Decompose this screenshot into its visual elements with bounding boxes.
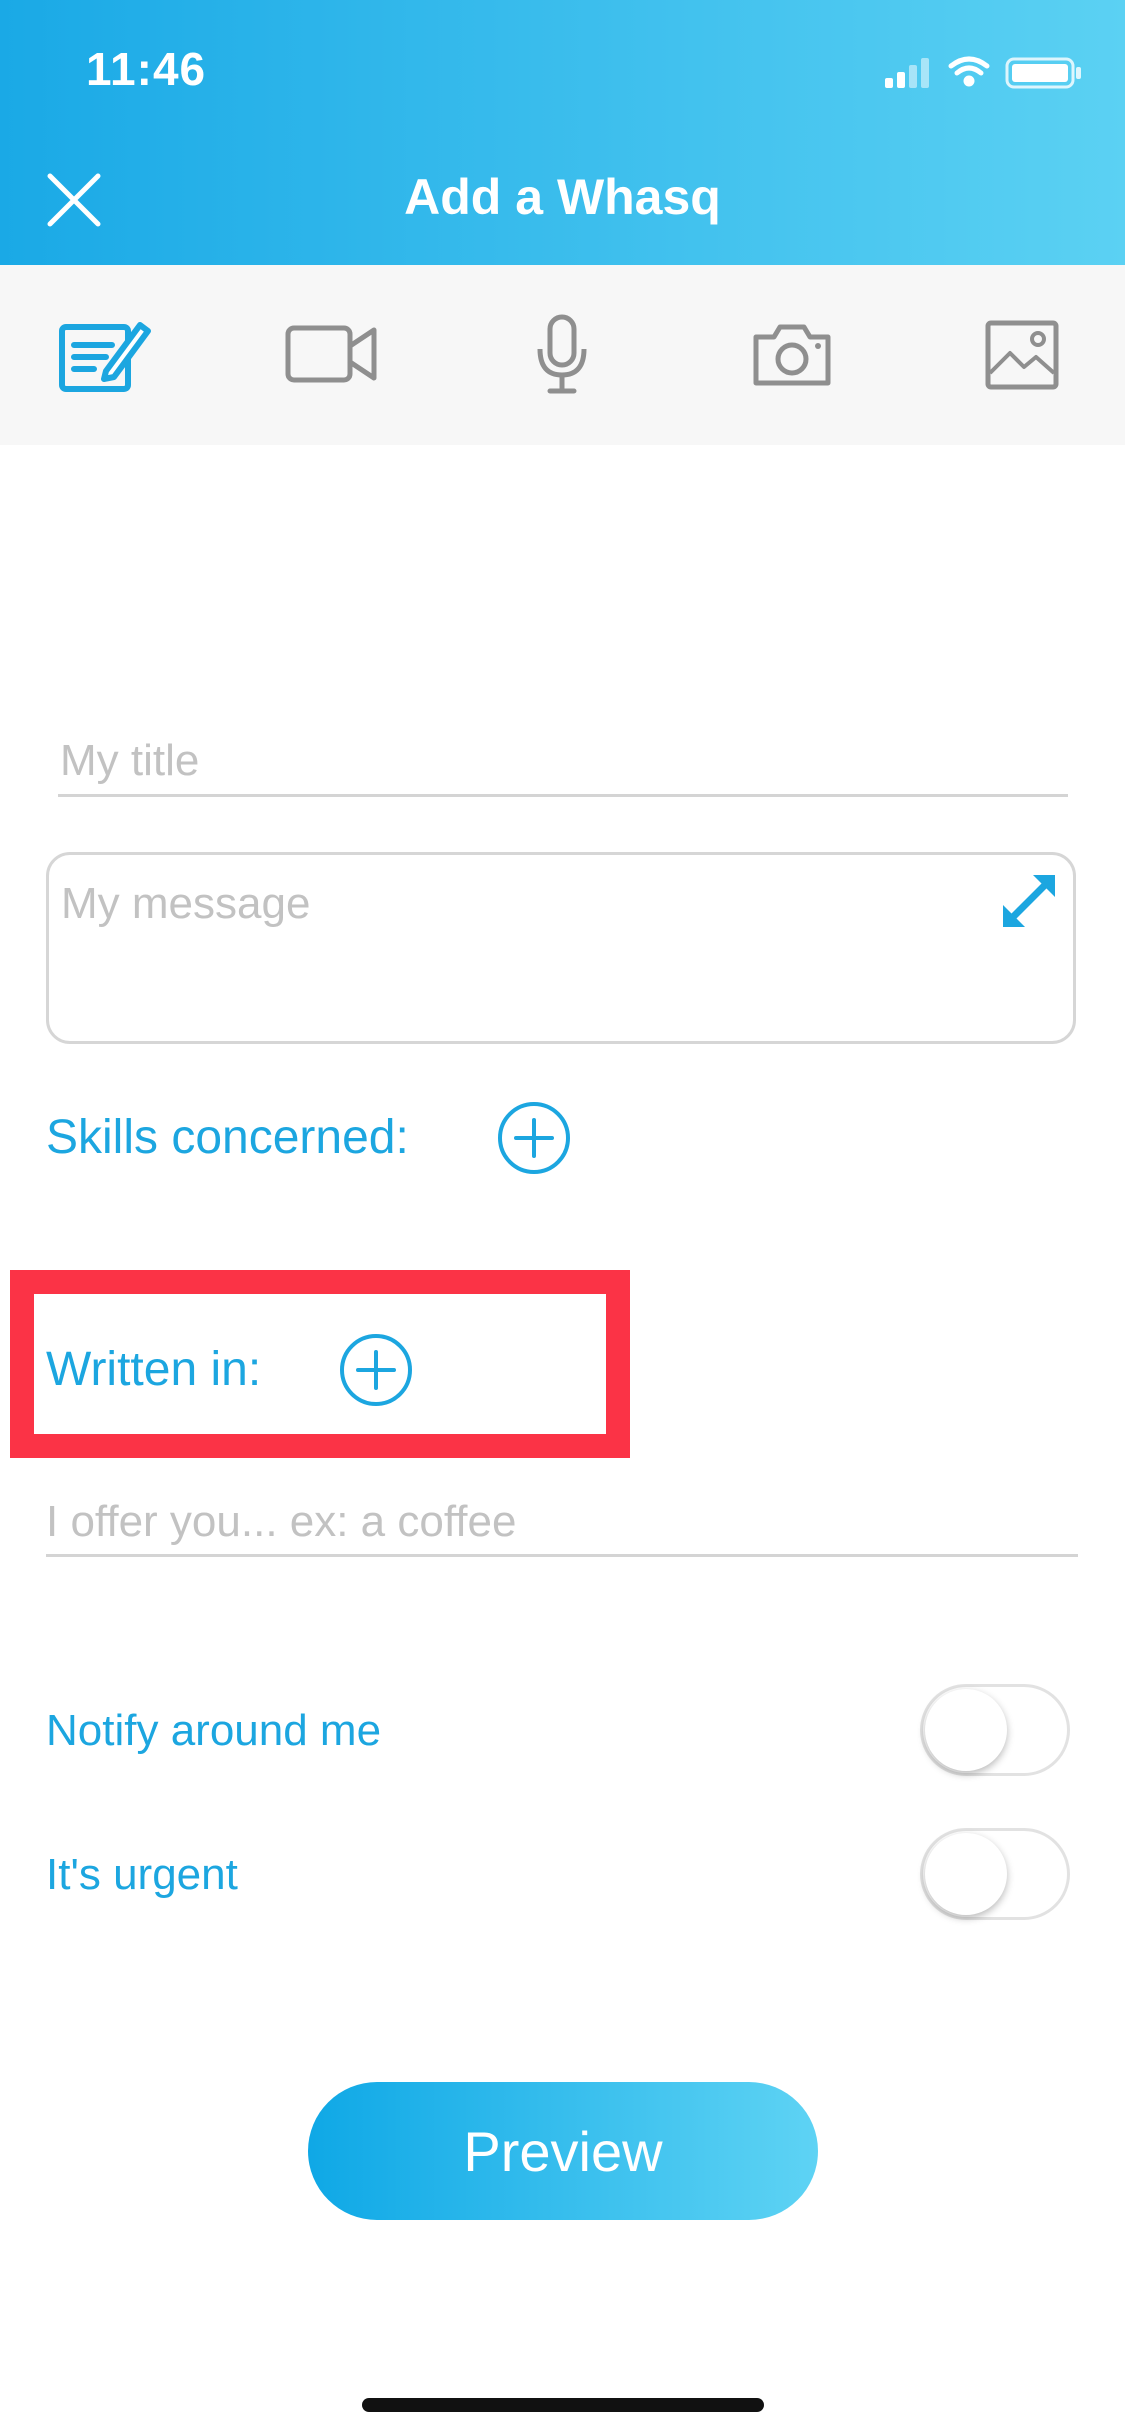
urgent-toggle[interactable] [920, 1828, 1070, 1920]
tab-audio[interactable] [514, 310, 610, 400]
plus-circle-icon [340, 1334, 412, 1406]
status-time: 11:46 [86, 43, 207, 95]
reward-input[interactable] [46, 1490, 1078, 1557]
expand-icon [1003, 875, 1055, 927]
microphone-icon [537, 314, 587, 394]
add-skill-button[interactable] [496, 1100, 572, 1176]
edit-note-icon [59, 322, 151, 392]
tab-photo[interactable] [744, 310, 840, 400]
signal-icon [885, 58, 929, 88]
toggle-knob [925, 1833, 1007, 1915]
notify-label: Notify around me [46, 1706, 382, 1755]
tab-video[interactable] [284, 310, 380, 400]
video-camera-icon [285, 325, 377, 383]
preview-button[interactable]: Preview [308, 2082, 818, 2220]
notify-toggle[interactable] [920, 1684, 1070, 1776]
message-box[interactable] [46, 852, 1076, 1044]
image-icon [985, 320, 1059, 390]
add-language-button[interactable] [338, 1332, 414, 1408]
written-in-label: Written in: [46, 1343, 262, 1396]
message-input[interactable] [59, 877, 963, 1021]
header-bar: 11:46 Add a Whasq [0, 0, 1125, 265]
urgent-label: It's urgent [46, 1850, 238, 1899]
plus-circle-icon [498, 1102, 570, 1174]
home-indicator [362, 2398, 764, 2412]
expand-button[interactable] [993, 865, 1065, 937]
camera-icon [753, 324, 831, 386]
battery-icon [1005, 57, 1081, 89]
skills-label: Skills concerned: [46, 1111, 409, 1164]
page-title: Add a Whasq [404, 169, 721, 225]
toggle-knob [925, 1689, 1007, 1771]
tab-text[interactable] [56, 310, 152, 400]
status-icons [885, 52, 1085, 92]
tab-gallery[interactable] [974, 310, 1070, 400]
wifi-icon [948, 56, 990, 87]
title-input[interactable] [58, 728, 1068, 797]
